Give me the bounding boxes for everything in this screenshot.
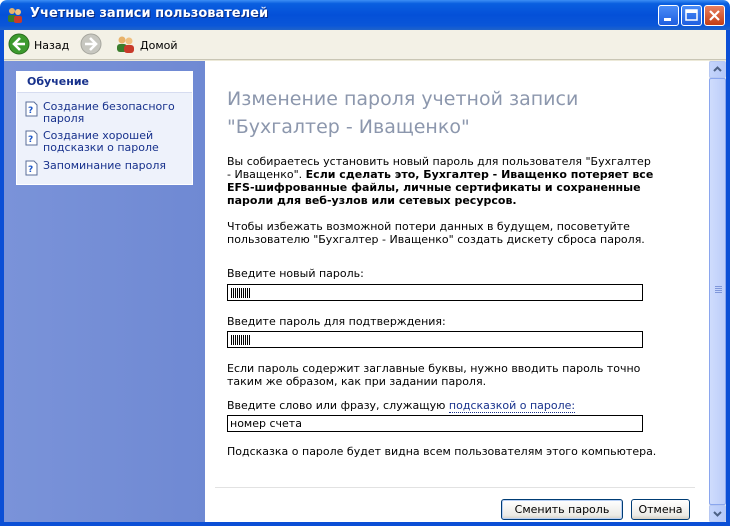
hint-help-link[interactable]: подсказкой о пароле: (448, 399, 576, 413)
title-bar[interactable]: Учетные записи пользователей (0, 0, 730, 30)
chevron-down-icon (713, 511, 722, 517)
learn-link-password-hint[interactable]: ? Создание хорошей подсказки о пароле (23, 130, 188, 154)
scroll-up-button[interactable] (709, 61, 726, 78)
cancel-button[interactable]: Отмена (631, 499, 690, 520)
new-password-label: Введите новый пароль: (227, 267, 364, 280)
vertical-scrollbar[interactable] (709, 61, 726, 522)
advice-text: Чтобы избежать возможной потери данных в… (227, 220, 645, 246)
case-note: Если пароль содержит заглавные буквы, ну… (227, 362, 641, 388)
scroll-down-button[interactable] (709, 505, 726, 522)
learning-panel: Обучение ? Создание безопасного пароля ?… (16, 71, 193, 185)
content-area: Обучение ? Создание безопасного пароля ?… (4, 61, 709, 522)
learn-link-remember-password[interactable]: ? Запоминание пароля (23, 160, 188, 176)
svg-text:?: ? (28, 165, 33, 175)
hint-label: Введите слово или фразу, служащую подска… (227, 399, 576, 413)
back-button[interactable]: Назад (8, 33, 70, 58)
help-document-icon: ? (23, 101, 39, 117)
new-password-input[interactable] (227, 284, 643, 301)
confirm-password-input[interactable] (227, 331, 643, 348)
task-pane: Обучение ? Создание безопасного пароля ?… (4, 61, 205, 522)
grip-icon (715, 286, 722, 294)
hint-note: Подсказка о пароле будет видна всем поль… (227, 445, 657, 458)
minimize-button[interactable] (658, 5, 679, 26)
chevron-up-icon (713, 66, 722, 72)
back-label: Назад (34, 38, 70, 52)
close-button[interactable] (704, 5, 725, 26)
help-document-icon: ? (23, 160, 39, 176)
learning-header: Обучение (17, 72, 192, 93)
help-document-icon: ? (23, 130, 39, 146)
svg-text:?: ? (28, 135, 33, 145)
forward-button[interactable] (80, 33, 102, 58)
svg-text:?: ? (28, 106, 33, 116)
users-home-icon (114, 33, 136, 58)
divider (215, 487, 695, 488)
change-password-label: Сменить пароль (514, 503, 610, 516)
toolbar: Назад Домой (4, 30, 726, 60)
hint-label-text: Введите слово или фразу, служащую (227, 399, 449, 412)
learn-link-secure-password[interactable]: ? Создание безопасного пароля (23, 101, 188, 125)
scroll-thumb[interactable] (709, 78, 726, 505)
home-button[interactable]: Домой (114, 34, 178, 56)
learn-link-label: Создание безопасного пароля (43, 100, 175, 125)
maximize-button[interactable] (681, 5, 702, 26)
password-hint-input[interactable]: номер счета (227, 415, 643, 432)
confirm-password-label: Введите пароль для подтверждения: (227, 315, 446, 328)
warning-text: Вы собираетесь установить новый пароль д… (227, 155, 657, 207)
learn-link-label: Создание хорошей подсказки о пароле (43, 129, 159, 154)
page-title: Изменение пароля учетной записи "Бухгалт… (227, 88, 579, 138)
learn-link-label: Запоминание пароля (43, 159, 166, 172)
users-icon (6, 6, 24, 24)
main-panel: Изменение пароля учетной записи "Бухгалт… (205, 61, 709, 522)
change-password-button[interactable]: Сменить пароль (501, 499, 623, 520)
password-mask (231, 288, 250, 298)
window-title: Учетные записи пользователей (30, 6, 269, 21)
back-arrow-icon (8, 33, 30, 58)
password-mask (231, 335, 250, 345)
forward-arrow-icon (80, 33, 102, 58)
home-label: Домой (140, 38, 178, 52)
